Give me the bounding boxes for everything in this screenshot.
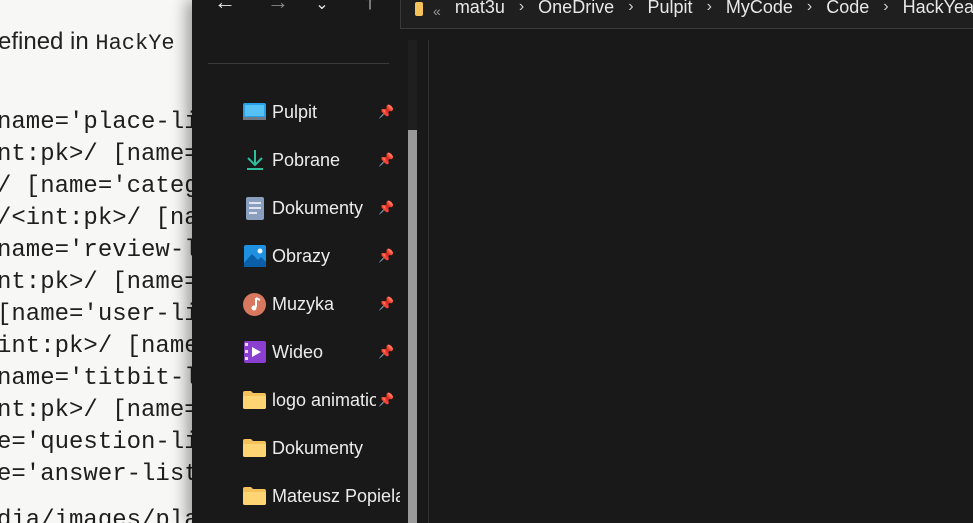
code-line: e='question-li xyxy=(0,429,199,456)
code-line: / [name='categ xyxy=(0,173,199,200)
sidebar-item-label: Dokumenty xyxy=(272,437,364,458)
folder-icon xyxy=(243,437,266,460)
sidebar-item-dokumenty[interactable]: Dokumenty 📌 xyxy=(192,188,402,228)
code-line: [name='user-li xyxy=(0,301,199,328)
navigation-toolbar: ← → ⌄ ↑ xyxy=(192,0,400,30)
code-line: e='answer-list xyxy=(0,461,199,488)
chevron-right-icon[interactable]: › xyxy=(883,0,888,16)
breadcrumb-item[interactable]: MyCode xyxy=(726,0,793,18)
background-browser-page: efined in HackYe name='place-lis nt:pk>/… xyxy=(0,0,200,523)
breadcrumb-item[interactable]: HackYea xyxy=(903,0,973,18)
file-list-pane[interactable] xyxy=(428,40,973,523)
arrow-right-icon: → xyxy=(267,0,289,14)
scrollbar-thumb[interactable] xyxy=(408,130,417,523)
file-explorer-window: ← → ⌄ ↑ « mat3u › OneDrive › Pulpit › My… xyxy=(192,0,973,523)
download-icon xyxy=(243,149,266,172)
sidebar-item-pulpit[interactable]: Pulpit 📌 xyxy=(192,92,402,132)
heading-text: efined in xyxy=(0,28,96,55)
video-icon xyxy=(243,341,266,364)
code-line: nt:pk>/ [name= xyxy=(0,397,199,424)
pin-icon[interactable]: 📌 xyxy=(378,104,394,120)
chevron-right-icon[interactable]: › xyxy=(519,0,524,16)
pin-icon[interactable]: 📌 xyxy=(378,248,394,264)
breadcrumb-overflow-icon[interactable]: « xyxy=(433,3,441,19)
breadcrumb-item[interactable]: mat3u xyxy=(455,0,505,18)
navigation-pane: Pulpit 📌 Pobrane 📌 Dokumenty 📌 Obrazy 📌 … xyxy=(192,40,420,523)
heading-code: HackYe xyxy=(95,31,175,56)
sidebar-item-muzyka[interactable]: Muzyka 📌 xyxy=(192,284,402,324)
pin-icon[interactable]: 📌 xyxy=(378,200,394,216)
sidebar-item-wideo[interactable]: Wideo 📌 xyxy=(192,332,402,372)
code-line: int:pk>/ [name xyxy=(0,333,199,360)
arrow-left-icon: ← xyxy=(214,0,236,14)
code-line: dia/images/pla xyxy=(0,507,199,523)
code-line: /<int:pk>/ [na xyxy=(0,205,199,232)
music-icon xyxy=(243,292,266,316)
folder-icon xyxy=(415,2,424,16)
breadcrumb-item[interactable]: Pulpit xyxy=(648,0,693,18)
breadcrumb-item[interactable]: Code xyxy=(826,0,869,18)
code-line: name='place-lis xyxy=(0,109,200,136)
desktop-icon xyxy=(243,101,266,124)
pin-icon[interactable]: 📌 xyxy=(378,296,394,312)
chevron-right-icon[interactable]: › xyxy=(807,0,812,16)
pin-icon[interactable]: 📌 xyxy=(378,152,394,168)
breadcrumb-item[interactable]: OneDrive xyxy=(538,0,614,18)
pin-icon[interactable]: 📌 xyxy=(378,392,394,408)
code-line: name='titbit-l xyxy=(0,365,199,392)
pin-icon[interactable]: 📌 xyxy=(378,344,394,360)
document-icon xyxy=(243,196,266,220)
pictures-icon xyxy=(243,245,266,268)
divider xyxy=(208,63,389,64)
code-line: nt:pk>/ [name= xyxy=(0,269,199,296)
folder-icon xyxy=(243,389,266,412)
sidebar-item-label: Mateusz Popiela xyxy=(272,485,400,506)
folder-icon xyxy=(243,485,266,508)
code-line: name='review-l xyxy=(0,237,199,264)
sidebar-item-label: logo animation xyxy=(272,389,376,410)
sidebar-item-dokumenty-folder[interactable]: Dokumenty xyxy=(192,428,402,468)
sidebar-item-pobrane[interactable]: Pobrane 📌 xyxy=(192,140,402,180)
sidebar-item-obrazy[interactable]: Obrazy 📌 xyxy=(192,236,402,276)
sidebar-item-logo-animation[interactable]: logo animation 📌 xyxy=(192,380,402,420)
page-heading: efined in HackYe xyxy=(0,28,175,56)
recent-locations-button[interactable]: ⌄ xyxy=(304,0,340,18)
chevron-right-icon[interactable]: › xyxy=(707,0,712,16)
back-button[interactable]: ← xyxy=(207,0,243,16)
code-line: nt:pk>/ [name= xyxy=(0,141,199,168)
chevron-right-icon[interactable]: › xyxy=(628,0,633,16)
forward-button[interactable]: → xyxy=(260,0,296,16)
address-bar[interactable]: « mat3u › OneDrive › Pulpit › MyCode › C… xyxy=(400,0,973,29)
arrow-up-icon: ↑ xyxy=(364,0,376,14)
up-button[interactable]: ↑ xyxy=(352,0,388,16)
sidebar-item-mateusz-popiela[interactable]: Mateusz Popiela xyxy=(192,476,402,516)
chevron-down-icon: ⌄ xyxy=(315,0,329,13)
